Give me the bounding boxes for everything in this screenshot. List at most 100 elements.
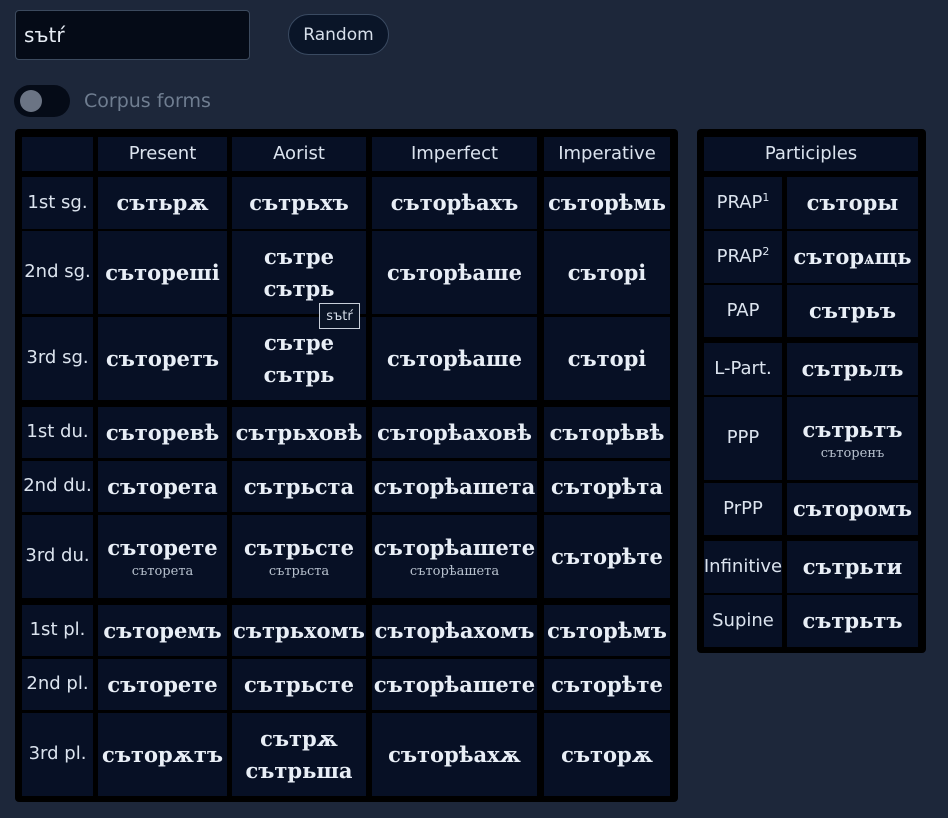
participle-label-cell: PPP <box>704 397 782 480</box>
verb-form: съторѫ <box>561 741 653 767</box>
row-label: 2nd pl. <box>26 673 89 695</box>
participle-label-wrap: PRAP2 <box>716 245 770 268</box>
verb-form: сътрьсте <box>243 535 354 561</box>
form-cell: съторѣте <box>544 659 670 710</box>
verb-form: сътьрѫ <box>116 190 209 216</box>
form-cell: съторѣашета <box>372 461 537 512</box>
row-label: 1st pl. <box>29 619 86 641</box>
verb-form: съторемъ <box>103 617 222 643</box>
participle-form-cell: съторѧщь <box>787 231 918 283</box>
form-cell: съторѣте <box>544 515 670 598</box>
search-input[interactable] <box>15 10 250 60</box>
verb-form: съторѣаше <box>387 259 522 285</box>
participle-label: PAP <box>726 299 760 321</box>
verb-form: съторете <box>107 535 218 561</box>
verb-form: съторѣмь <box>548 190 666 216</box>
form-cell: сътре сътрь <box>232 231 366 314</box>
form-cell: сътрьсте сътрьста <box>232 515 366 598</box>
header-present: Present <box>98 137 227 171</box>
verb-form: съторѣте <box>551 543 663 569</box>
row-label: 3rd sg. <box>26 347 89 369</box>
verb-form: съторѣахомъ <box>374 617 535 643</box>
form-cell: съторѣвѣ <box>544 407 670 458</box>
form-cell: съторѣахъ <box>372 177 537 229</box>
participle-label: PrPP <box>723 497 763 519</box>
verb-form: сътрьхомъ <box>233 617 365 643</box>
form-cell: съторешi <box>98 231 227 314</box>
verb-form: сътре <box>264 244 334 269</box>
row-label: 2nd du. <box>23 475 92 497</box>
verb-form: съторете <box>107 671 218 697</box>
participle-form: сътрьти <box>802 554 903 580</box>
row-label-cell: 2nd pl. <box>22 659 93 710</box>
row-label: 1st sg. <box>27 191 88 213</box>
verb-form: сътрь <box>263 275 335 301</box>
verb-form: съторета <box>131 563 194 579</box>
participle-label-cell: PRAP2 <box>704 231 782 283</box>
row-label-cell: 1st sg. <box>22 177 93 229</box>
participle-form-cell: сътрьтъ <box>787 595 918 647</box>
form-cell: съторетъ <box>98 317 227 400</box>
participle-label: L-Part. <box>714 357 772 379</box>
verb-form: съторѣте <box>551 671 663 697</box>
verb-form: сътре <box>264 330 334 355</box>
form-cell: съторѫ <box>544 713 670 796</box>
form-cell: съторемъ <box>98 605 227 656</box>
form-cell: сътрѫ сътрьша <box>232 713 366 796</box>
column-header: Aorist <box>273 142 325 164</box>
form-cell: съторевѣ <box>98 407 227 458</box>
participle-sup: 2 <box>762 245 770 259</box>
random-button[interactable]: Random <box>288 14 389 55</box>
verb-form: съторевѣ <box>105 419 220 445</box>
verb-form: съторешi <box>105 259 220 285</box>
participle-form: сътрьтъ <box>802 417 903 443</box>
participle-form: сътрьтъ <box>802 608 903 634</box>
row-label: 2nd sg. <box>24 261 91 283</box>
verb-form: сътрьсте <box>243 671 354 697</box>
participle-label: PRAP <box>716 246 763 268</box>
form-cell: сътрьста <box>232 461 366 512</box>
participle-form: сътрьъ <box>809 298 896 324</box>
participle-sup: 1 <box>762 191 770 205</box>
verb-form: сътрьховѣ <box>235 419 363 445</box>
form-cell: сътре сътрь <box>232 317 366 400</box>
participle-form-cell: сътрьлъ <box>787 343 918 395</box>
participle-label: PPP <box>726 427 760 449</box>
column-header: Imperfect <box>410 142 499 164</box>
verb-form: съторѣмъ <box>547 617 667 643</box>
form-cell: съторете <box>98 659 227 710</box>
form-cell: съторѣта <box>544 461 670 512</box>
row-label-cell: 2nd du. <box>22 461 93 512</box>
participle-label-cell: PAP <box>704 285 782 337</box>
verb-form: съторѣашета <box>409 563 500 579</box>
participle-form: съторы <box>806 190 899 216</box>
row-label: 3rd pl. <box>28 743 87 765</box>
row-label-cell: 3rd pl. <box>22 713 93 796</box>
form-cell: съторѣашете <box>372 659 537 710</box>
participle-label: Supine <box>712 609 774 631</box>
participle-form-cell: сътрьъ <box>787 285 918 337</box>
participles-header: Participles <box>704 137 918 171</box>
form-cell: съторѣаше <box>372 317 537 400</box>
form-cell: сътрьхомъ <box>232 605 366 656</box>
corpus-forms-toggle[interactable] <box>14 85 70 117</box>
participle-form-cell: сътрьтъ съторенъ <box>787 397 918 480</box>
form-cell: съторѣмъ <box>544 605 670 656</box>
header-imperative: Imperative <box>544 137 670 171</box>
column-header: Present <box>128 142 197 164</box>
participle-form-cell: съторы <box>787 177 918 229</box>
participle-label: PRAP <box>716 192 763 214</box>
form-cell: сътрьховѣ <box>232 407 366 458</box>
participle-label: Infinitive <box>703 555 783 577</box>
verb-form: сътрѫ <box>260 726 338 751</box>
verb-form: съторѫтъ <box>102 741 223 767</box>
row-label-cell: 2nd sg. <box>22 231 93 314</box>
verb-form: съторi <box>567 345 647 371</box>
verb-form: съторѣашета <box>373 473 536 499</box>
row-label-cell: 3rd sg. <box>22 317 93 400</box>
form-cell: съторi <box>544 317 670 400</box>
form-cell: съторѣаше <box>372 231 537 314</box>
participle-form-cell: сътрьти <box>787 541 918 593</box>
participle-form: сътрьлъ <box>801 356 904 382</box>
form-cell: сътрьсте <box>232 659 366 710</box>
